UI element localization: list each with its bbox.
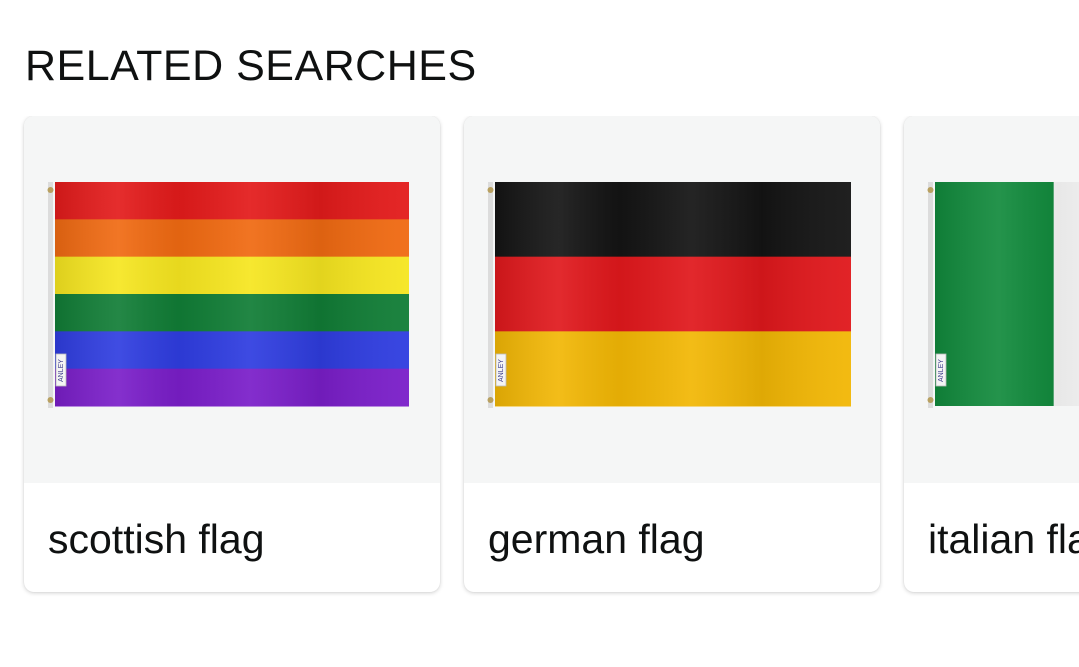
brand-tag-text: ANLEY: [938, 359, 945, 382]
card-label[interactable]: german flag: [488, 514, 705, 564]
brand-tag-text: ANLEY: [58, 359, 65, 382]
german-flag-image: ANLEY: [487, 182, 851, 408]
card-image[interactable]: ANLEY: [464, 116, 880, 483]
rainbow-flag-image: ANLEY: [47, 182, 409, 408]
flag-header: [48, 182, 53, 408]
related-search-card-german-flag[interactable]: ANLEY german flag: [464, 116, 880, 592]
related-search-card-scottish-flag[interactable]: ANLEY scottish flag: [24, 116, 440, 592]
card-image[interactable]: ANLEY: [24, 116, 440, 483]
brand-tag-text: ANLEY: [498, 359, 505, 382]
card-image[interactable]: ANLEY: [904, 116, 1079, 483]
section-title: RELATED SEARCHES: [25, 42, 477, 90]
flag-header: [488, 182, 493, 408]
card-label[interactable]: scottish flag: [48, 514, 265, 564]
related-searches-carousel[interactable]: ANLEY scottish flag ANLEY german flag AN…: [0, 116, 1079, 606]
related-search-card-italian-flag[interactable]: ANLEY italian flag: [904, 116, 1079, 592]
flag-header: [928, 182, 933, 408]
italian-flag-image: ANLEY: [927, 182, 1079, 408]
card-label[interactable]: italian flag: [928, 514, 1079, 564]
